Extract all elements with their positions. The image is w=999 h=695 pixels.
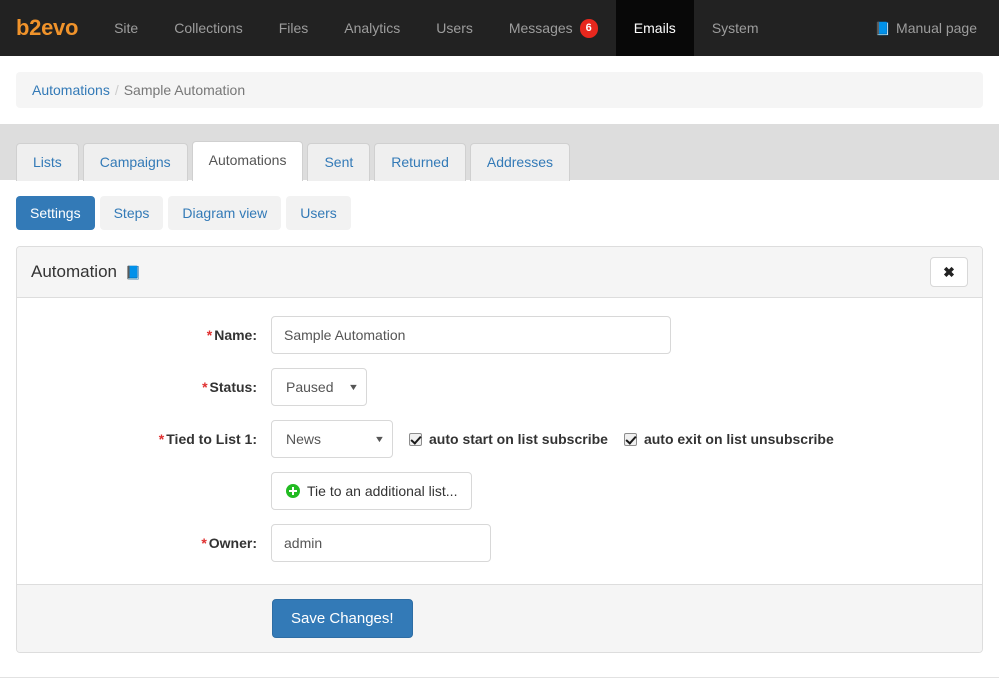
auto-start-label: auto start on list subscribe [429, 431, 608, 447]
tie-additional-list-button[interactable]: Tie to an additional list... [271, 472, 473, 510]
tied-list-label-text: Tied to List 1: [166, 431, 257, 447]
tab-sent[interactable]: Sent [307, 143, 371, 181]
nav-item-label: Analytics [344, 20, 401, 36]
tab-label: Returned [391, 154, 449, 170]
status-label-text: Status: [209, 379, 257, 395]
plus-circle-icon [286, 484, 300, 498]
nav-item-label: Site [114, 20, 139, 36]
tab-label: Addresses [486, 154, 554, 170]
form-row-owner: * Owner: [17, 524, 982, 562]
status-selected-value: Paused [286, 379, 334, 395]
manual-page-label: Manual page [896, 20, 977, 36]
subtab-label: Steps [113, 205, 150, 221]
tab-campaigns[interactable]: Campaigns [82, 143, 188, 181]
tied-list-field-label: * Tied to List 1: [33, 431, 271, 447]
tied-list-select[interactable]: News ▼ [271, 420, 393, 458]
manual-book-icon[interactable]: 📘 [125, 265, 141, 281]
panel-header-actions: ✖ [930, 257, 968, 287]
owner-input[interactable] [271, 524, 491, 562]
tab-label: Automations [208, 152, 287, 168]
subtab-diagram-view[interactable]: Diagram view [168, 196, 282, 230]
tab-label: Sent [324, 154, 354, 170]
panel-title: Automation 📘 [31, 262, 141, 282]
subtab-label: Settings [30, 205, 81, 221]
tab-label: Campaigns [99, 154, 171, 170]
owner-label-text: Owner: [208, 535, 257, 551]
status-select[interactable]: Paused ▼ [271, 368, 367, 406]
nav-item-collections[interactable]: Collections [156, 0, 260, 56]
name-field-label: * Name: [33, 327, 271, 343]
tab-addresses[interactable]: Addresses [469, 143, 571, 181]
form-row-status: * Status: Paused ▼ [17, 368, 982, 406]
nav-item-label: System [711, 20, 759, 36]
required-marker: * [158, 431, 165, 447]
save-changes-button[interactable]: Save Changes! [272, 599, 413, 638]
close-button[interactable]: ✖ [930, 257, 968, 287]
section-tab-band: Lists Campaigns Automations Sent Returne… [0, 124, 999, 181]
owner-field-label: * Owner: [33, 535, 271, 551]
status-field-label: * Status: [33, 379, 271, 395]
tab-automations[interactable]: Automations [191, 141, 304, 181]
name-label-text: Name: [214, 327, 257, 343]
automation-panel: Automation 📘 ✖ *Name: *Status: [16, 246, 983, 653]
auto-start-checkbox[interactable] [409, 432, 422, 446]
auto-start-checkbox-group[interactable]: auto start on list subscribe [409, 431, 608, 447]
panel-title-text: Automation [31, 262, 117, 281]
breadcrumb-link-automations[interactable]: Automations [32, 82, 110, 98]
nav-item-label: Emails [633, 20, 676, 36]
subtab-label: Diagram view [182, 205, 268, 221]
chevron-down-icon: ▼ [347, 382, 360, 392]
nav-item-site[interactable]: Site [96, 0, 156, 56]
tab-lists[interactable]: Lists [16, 143, 79, 181]
form-row-name: * Name: [17, 316, 982, 354]
required-marker: * [202, 379, 208, 395]
breadcrumb: Automations / Sample Automation [16, 72, 983, 108]
breadcrumb-current: Sample Automation [123, 82, 246, 98]
panel-body: *Name: *Status: Paused ▼ *Tied to List 1… [17, 298, 982, 584]
automation-panel-container: Automation 📘 ✖ *Name: *Status: [0, 230, 999, 653]
nav-item-system[interactable]: System [694, 0, 777, 56]
nav-item-label: Messages [508, 20, 573, 36]
form-row-tied-list: * Tied to List 1: News ▼ auto start on li… [17, 420, 982, 458]
nav-item-label: Files [278, 20, 309, 36]
breadcrumb-separator: / [114, 82, 119, 98]
messages-count-badge: 6 [579, 18, 598, 38]
page-footer-divider [0, 677, 999, 687]
subtab-label: Users [300, 205, 337, 221]
section-tabs: Lists Campaigns Automations Sent Returne… [16, 140, 571, 181]
nav-item-users[interactable]: Users [418, 0, 491, 56]
chevron-down-icon: ▼ [373, 434, 386, 444]
nav-right-group: 📘 Manual page [875, 0, 999, 56]
auto-exit-checkbox[interactable] [623, 432, 637, 446]
subtab-users[interactable]: Users [286, 196, 351, 230]
nav-item-emails[interactable]: Emails [615, 0, 694, 56]
auto-exit-label: auto exit on list unsubscribe [643, 431, 834, 447]
required-marker: * [201, 535, 207, 551]
required-marker: * [206, 327, 213, 343]
tied-list-selected-value: News [286, 431, 322, 447]
subtab-steps[interactable]: Steps [99, 196, 164, 230]
tie-additional-list-label: Tie to an additional list... [307, 483, 458, 499]
panel-footer: Save Changes! [17, 584, 982, 652]
nav-item-label: Users [436, 20, 473, 36]
brand-logo[interactable]: b2evo [0, 0, 96, 56]
nav-item-analytics[interactable]: Analytics [326, 0, 418, 56]
manual-page-link[interactable]: 📘 Manual page [875, 20, 983, 36]
nav-item-label: Collections [174, 20, 243, 36]
breadcrumb-container: Automations / Sample Automation [0, 56, 999, 108]
auto-exit-checkbox-group[interactable]: auto exit on list unsubscribe [623, 431, 834, 447]
sub-tabs: Settings Steps Diagram view Users [0, 180, 999, 230]
book-icon: 📘 [874, 21, 892, 36]
nav-item-messages[interactable]: Messages 6 [491, 0, 616, 56]
name-input[interactable] [271, 316, 671, 354]
panel-header: Automation 📘 ✖ [17, 247, 982, 298]
tab-label: Lists [33, 154, 62, 170]
nav-item-files[interactable]: Files [261, 0, 327, 56]
subtab-settings[interactable]: Settings [16, 196, 95, 230]
form-row-add-list: Tie to an additional list... [17, 472, 982, 510]
main-nav-items: Site Collections Files Analytics Users M… [96, 0, 776, 56]
top-navigation-bar: b2evo Site Collections Files Analytics U… [0, 0, 999, 56]
tab-returned[interactable]: Returned [374, 143, 466, 181]
